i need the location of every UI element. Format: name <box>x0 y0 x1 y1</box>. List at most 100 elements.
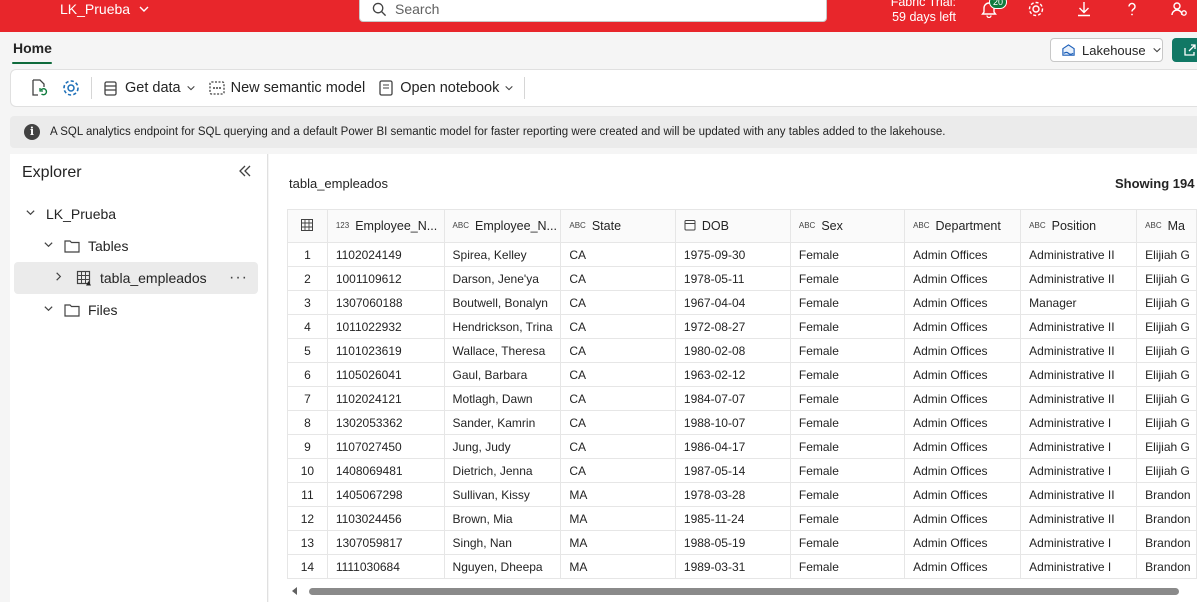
table-cell[interactable]: Hendrickson, Trina <box>443 314 562 339</box>
table-cell[interactable]: 1986-04-17 <box>674 434 791 459</box>
table-cell[interactable]: CA <box>560 314 676 339</box>
table-cell[interactable]: Female <box>789 434 906 459</box>
table-cell[interactable]: Female <box>789 314 906 339</box>
table-cell[interactable]: CA <box>560 338 676 363</box>
table-cell[interactable]: CA <box>560 266 676 291</box>
table-cell[interactable]: Administrative II <box>1020 386 1138 411</box>
help-button[interactable] <box>1121 0 1143 20</box>
table-row[interactable]: 14 1111030684 Nguyen, Dheepa MA 1989-03-31 Fe… <box>287 554 1197 579</box>
table-row[interactable]: 3 1307060188 Boutwell, Bonalyn CA 1967-04-04… <box>287 290 1197 315</box>
table-cell[interactable]: Darson, Jene'ya <box>443 266 562 291</box>
tree-item-files[interactable]: Files <box>14 294 258 326</box>
table-cell[interactable]: Admin Offices <box>904 338 1022 363</box>
table-cell[interactable]: Female <box>789 482 906 507</box>
table-cell[interactable]: 1972-08-27 <box>674 314 791 339</box>
table-cell[interactable]: CA <box>560 362 676 387</box>
table-cell[interactable]: Female <box>789 386 906 411</box>
item-type-switcher[interactable]: Lakehouse <box>1050 38 1163 62</box>
table-cell[interactable]: 1978-05-11 <box>674 266 791 291</box>
table-cell[interactable]: Brandon <box>1136 530 1197 555</box>
table-cell[interactable]: Elijiah G <box>1136 290 1197 315</box>
table-row[interactable]: 11 1405067298 Sullivan, Kissy MA 1978-03-28 F… <box>287 482 1197 507</box>
table-cell[interactable]: Administrative II <box>1020 362 1138 387</box>
table-cell[interactable]: Elijiah G <box>1136 314 1197 339</box>
table-cell[interactable]: Female <box>789 266 906 291</box>
table-cell[interactable]: 1408069481 <box>326 458 445 483</box>
table-cell[interactable]: Administrative II <box>1020 482 1138 507</box>
table-cell[interactable]: Gaul, Barbara <box>443 362 562 387</box>
new-semantic-model-button[interactable]: New semantic model <box>202 74 372 102</box>
table-cell[interactable]: Elijiah G <box>1136 362 1197 387</box>
table-cell[interactable]: Manager <box>1020 290 1138 315</box>
table-cell[interactable]: Female <box>789 242 906 267</box>
scrollbar-thumb[interactable] <box>309 588 1179 595</box>
table-cell[interactable]: 1307060188 <box>326 290 445 315</box>
table-cell[interactable]: CA <box>560 242 676 267</box>
table-cell[interactable]: Admin Offices <box>904 530 1022 555</box>
table-cell[interactable]: Administrative II <box>1020 506 1138 531</box>
horizontal-scrollbar[interactable] <box>291 586 1197 596</box>
column-header[interactable]: ABC Ma <box>1136 209 1197 243</box>
table-cell[interactable]: Admin Offices <box>904 266 1022 291</box>
table-cell[interactable]: CA <box>560 386 676 411</box>
table-cell[interactable]: 1988-10-07 <box>674 410 791 435</box>
table-cell[interactable]: Brandon <box>1136 482 1197 507</box>
table-cell[interactable]: Elijiah G <box>1136 266 1197 291</box>
collapse-explorer-button[interactable] <box>238 164 252 183</box>
table-cell[interactable]: Brandon <box>1136 554 1197 579</box>
table-cell[interactable]: Female <box>789 290 906 315</box>
table-cell[interactable]: MA <box>560 482 676 507</box>
table-cell[interactable]: Nguyen, Dheepa <box>443 554 562 579</box>
tab-home[interactable]: Home <box>13 40 52 56</box>
select-all-grid-icon[interactable] <box>287 209 328 243</box>
search-box[interactable]: Search <box>359 0 827 22</box>
table-cell[interactable]: Admin Offices <box>904 554 1022 579</box>
table-cell[interactable]: Administrative I <box>1020 554 1138 579</box>
table-row[interactable]: 12 1103024456 Brown, Mia MA 1985-11-24 Female… <box>287 506 1197 531</box>
table-cell[interactable]: Female <box>789 530 906 555</box>
table-cell[interactable]: 1985-11-24 <box>674 506 791 531</box>
table-row[interactable]: 13 1307059817 Singh, Nan MA 1988-05-19 Female… <box>287 530 1197 555</box>
table-row[interactable]: 2 1001109612 Darson, Jene'ya CA 1978-05-11 Fe… <box>287 266 1197 291</box>
table-cell[interactable]: Female <box>789 338 906 363</box>
table-cell[interactable]: Administrative I <box>1020 458 1138 483</box>
tree-item-tables[interactable]: Tables <box>14 230 258 262</box>
refresh-button[interactable] <box>23 74 55 102</box>
table-cell[interactable]: Female <box>789 458 906 483</box>
table-cell[interactable]: Administrative I <box>1020 410 1138 435</box>
table-cell[interactable]: Administrative II <box>1020 338 1138 363</box>
table-row[interactable]: 7 1102024121 Motlagh, Dawn CA 1984-07-07 Fema… <box>287 386 1197 411</box>
open-notebook-button[interactable]: Open notebook <box>371 74 520 102</box>
table-cell[interactable]: 1001109612 <box>326 266 445 291</box>
table-cell[interactable]: 1975-09-30 <box>674 242 791 267</box>
table-cell[interactable]: 1011022932 <box>326 314 445 339</box>
notifications-button[interactable]: 20 <box>978 0 1007 20</box>
table-cell[interactable]: MA <box>560 530 676 555</box>
column-header[interactable]: ABC Employee_N... <box>443 209 562 243</box>
table-cell[interactable]: Administrative II <box>1020 266 1138 291</box>
table-row[interactable]: 5 1101023619 Wallace, Theresa CA 1980-02-08 F… <box>287 338 1197 363</box>
table-cell[interactable]: 1987-05-14 <box>674 458 791 483</box>
table-cell[interactable]: Administrative II <box>1020 242 1138 267</box>
table-cell[interactable]: MA <box>560 554 676 579</box>
table-cell[interactable]: Wallace, Theresa <box>443 338 562 363</box>
table-cell[interactable]: Admin Offices <box>904 386 1022 411</box>
column-header[interactable]: ABC State <box>560 209 676 243</box>
table-cell[interactable]: Admin Offices <box>904 242 1022 267</box>
table-cell[interactable]: 1302053362 <box>326 410 445 435</box>
column-header[interactable]: 123 Employee_N... <box>326 209 445 243</box>
table-cell[interactable]: 1978-03-28 <box>674 482 791 507</box>
settings-button[interactable] <box>1025 0 1047 20</box>
table-cell[interactable]: Singh, Nan <box>443 530 562 555</box>
table-cell[interactable]: Admin Offices <box>904 410 1022 435</box>
table-cell[interactable]: 1967-04-04 <box>674 290 791 315</box>
table-cell[interactable]: Admin Offices <box>904 458 1022 483</box>
table-cell[interactable]: Female <box>789 506 906 531</box>
table-cell[interactable]: 1307059817 <box>326 530 445 555</box>
table-cell[interactable]: CA <box>560 434 676 459</box>
table-cell[interactable]: Spirea, Kelley <box>443 242 562 267</box>
table-cell[interactable]: 1405067298 <box>326 482 445 507</box>
column-header[interactable]: ABC Department <box>904 209 1022 243</box>
table-cell[interactable]: Administrative II <box>1020 314 1138 339</box>
column-header[interactable]: ABC Position <box>1020 209 1138 243</box>
